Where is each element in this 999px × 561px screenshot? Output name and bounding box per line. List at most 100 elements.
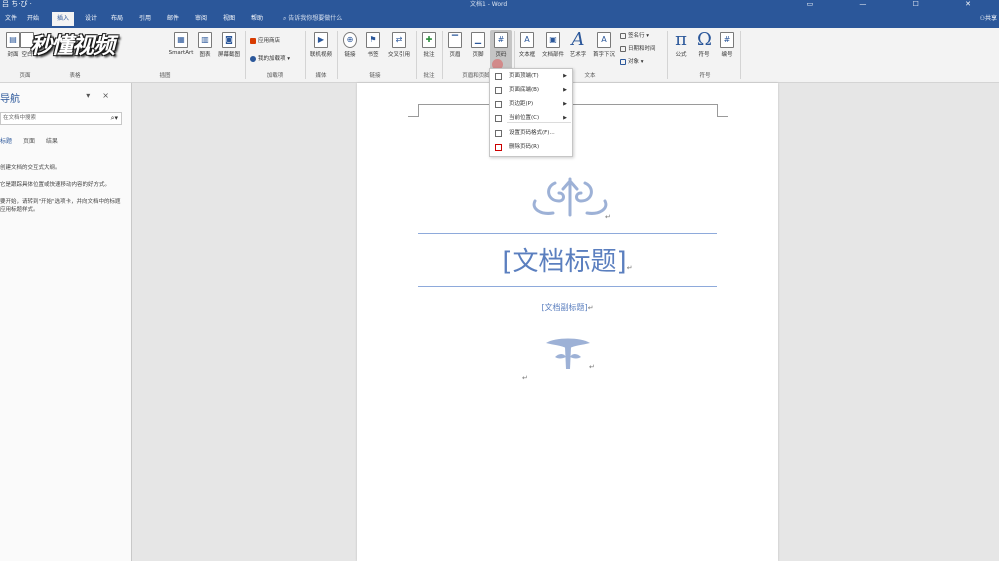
document-title: 文档1 - Word	[470, 1, 508, 8]
menu-item-label: 当前位置(C)	[509, 115, 540, 121]
header-corner-right	[717, 104, 718, 116]
footer-button[interactable]: ▁ 页脚	[467, 30, 489, 70]
document-title-placeholder[interactable]: [文档标题]↵	[418, 241, 717, 278]
ribbon-tabs: 文件 开始 插入 设计 布局 引用 邮件 审阅 视图 帮助 ⌕ 告诉我你想要做什…	[0, 9, 999, 28]
menu-item-top-of-page[interactable]: 页面顶端(T) ▶	[490, 70, 572, 83]
group-separator	[667, 31, 668, 79]
bookmark-button[interactable]: ⚑ 书签	[362, 30, 384, 70]
signature-line-button[interactable]: 签名行 ▾	[620, 31, 649, 39]
chevron-down-icon[interactable]: ▾	[86, 91, 102, 100]
numbering-button[interactable]: # 编号	[716, 30, 738, 70]
group-separator	[337, 31, 338, 79]
group-label-tables: 表格	[69, 73, 81, 79]
paragraph-mark: ↵	[522, 374, 528, 382]
cross-reference-button[interactable]: ⇄ 交叉引用	[384, 30, 414, 70]
menu-item-remove-page-numbers[interactable]: 删除页码(R)	[490, 141, 572, 154]
menu-item-bottom-of-page[interactable]: 页面底端(B) ▶	[490, 84, 572, 97]
tab-review[interactable]: 审阅	[190, 12, 212, 26]
menu-separator	[507, 122, 571, 123]
quick-parts-icon: ▣	[546, 32, 560, 48]
symbol-label: 符号	[698, 52, 710, 58]
nav-search-placeholder: 在文档中搜索	[3, 115, 37, 121]
chevron-right-icon: ▶	[563, 115, 567, 121]
omega-icon: Ω	[697, 29, 712, 50]
object-label: 对象	[628, 59, 640, 65]
current-position-icon	[495, 115, 502, 122]
page-number-label: 页码	[495, 52, 507, 58]
tab-help[interactable]: 帮助	[246, 12, 268, 26]
group-label-text: 文本	[584, 73, 596, 79]
group-label-illustrations: 插图	[159, 73, 171, 79]
watermark-logo: 秒懂视频	[30, 34, 115, 59]
nav-help-line: 创建文档的交互式大纲。	[0, 165, 61, 171]
link-button[interactable]: ⊕ 链接	[339, 30, 361, 70]
delete-icon	[495, 144, 502, 151]
group-separator	[740, 31, 741, 79]
navigation-pane: 导航 ▾× 在文档中搜索 ⌕▾ 标题 页面 结果 创建文档的交互式大纲。 它是跟踪…	[0, 83, 132, 561]
tab-mailings[interactable]: 邮件	[162, 12, 184, 26]
tell-me-text: 告诉我你想要做什么	[288, 15, 343, 22]
comment-button[interactable]: ✚ 批注	[418, 30, 440, 70]
addins-icon	[250, 55, 256, 62]
nav-tab-results[interactable]: 结果	[46, 138, 58, 145]
menu-item-label: 页面底端(B)	[509, 87, 540, 93]
smartart-button[interactable]: ▦ SmartArt	[168, 30, 194, 70]
chevron-right-icon: ▶	[563, 87, 567, 93]
number-label: 编号	[721, 52, 733, 58]
menu-item-format-page-numbers[interactable]: 设置页码格式(F)...	[490, 127, 572, 140]
tab-home[interactable]: 开始	[22, 12, 44, 26]
header-button[interactable]: ▔ 页眉	[444, 30, 466, 70]
equation-button[interactable]: π 公式	[670, 30, 692, 70]
header-label: 页眉	[449, 52, 461, 58]
smartart-icon: ▦	[174, 32, 188, 48]
menu-item-label: 设置页码格式(F)...	[509, 130, 555, 136]
date-time-button[interactable]: 日期和时间	[620, 44, 656, 52]
textbox-icon: A	[520, 32, 534, 48]
tab-view[interactable]: 视图	[218, 12, 240, 26]
link-label: 链接	[344, 52, 356, 58]
quick-access-toolbar[interactable]: 吕 ち·び ·	[2, 0, 32, 9]
nav-tab-headings[interactable]: 标题	[0, 138, 12, 145]
menu-item-label: 页边距(P)	[509, 101, 534, 107]
store-button[interactable]: 应用商店	[250, 36, 280, 44]
page-number-icon: #	[494, 32, 508, 48]
screenshot-button[interactable]: ◙ 屏幕截图	[215, 30, 243, 70]
format-icon	[495, 130, 502, 137]
document-subtitle-placeholder[interactable]: [文档副标题]↵	[418, 302, 717, 313]
tell-me-search[interactable]: ⌕ 告诉我你想要做什么	[283, 12, 342, 26]
comment-icon: ✚	[422, 32, 436, 48]
header-margin-left	[408, 116, 419, 117]
tab-file[interactable]: 文件	[0, 12, 22, 26]
chevron-right-icon: ▶	[563, 73, 567, 79]
nav-search-input[interactable]: 在文档中搜索 ⌕▾	[0, 112, 122, 125]
search-icon[interactable]: ⌕▾	[111, 113, 118, 124]
my-addins-button[interactable]: 我的加载项 ▾	[250, 54, 290, 62]
drop-cap-button[interactable]: A 首字下沉	[590, 30, 618, 70]
textbox-button[interactable]: A 文本框	[516, 30, 538, 70]
close-icon[interactable]: ×	[102, 91, 121, 100]
share-button[interactable]: ⚇共享	[980, 12, 997, 26]
store-label: 应用商店	[258, 38, 281, 44]
nav-help-line: 它是跟踪具体位置或快速移动内容的好方式。	[0, 182, 111, 188]
equation-label: 公式	[675, 52, 687, 58]
screenshot-label: 屏幕截图	[217, 52, 240, 58]
video-icon: ▶	[314, 32, 328, 48]
tab-insert[interactable]: 插入	[52, 12, 75, 26]
symbol-button[interactable]: Ω 符号	[693, 30, 715, 70]
object-button[interactable]: 对象 ▾	[620, 57, 644, 65]
quick-parts-button[interactable]: ▣ 文档部件	[539, 30, 567, 70]
chart-label: 图表	[199, 52, 211, 58]
pi-icon: π	[675, 29, 687, 50]
signature-icon	[620, 32, 626, 39]
tab-references[interactable]: 引用	[134, 12, 156, 26]
menu-item-current-position[interactable]: 当前位置(C) ▶	[490, 112, 572, 125]
menu-item-page-margins[interactable]: 页边距(P) ▶	[490, 98, 572, 111]
tab-layout[interactable]: 布局	[106, 12, 128, 26]
wordart-button[interactable]: A 艺术字	[567, 30, 589, 70]
online-video-button[interactable]: ▶ 联机视频	[307, 30, 335, 70]
nav-tab-pages[interactable]: 页面	[23, 138, 35, 145]
ornament-bottom-icon	[546, 338, 590, 369]
nav-controls: ▾×	[86, 91, 121, 100]
tab-design[interactable]: 设计	[80, 12, 102, 26]
window-controls[interactable]: ▭ — ☐ ✕	[807, 0, 993, 9]
